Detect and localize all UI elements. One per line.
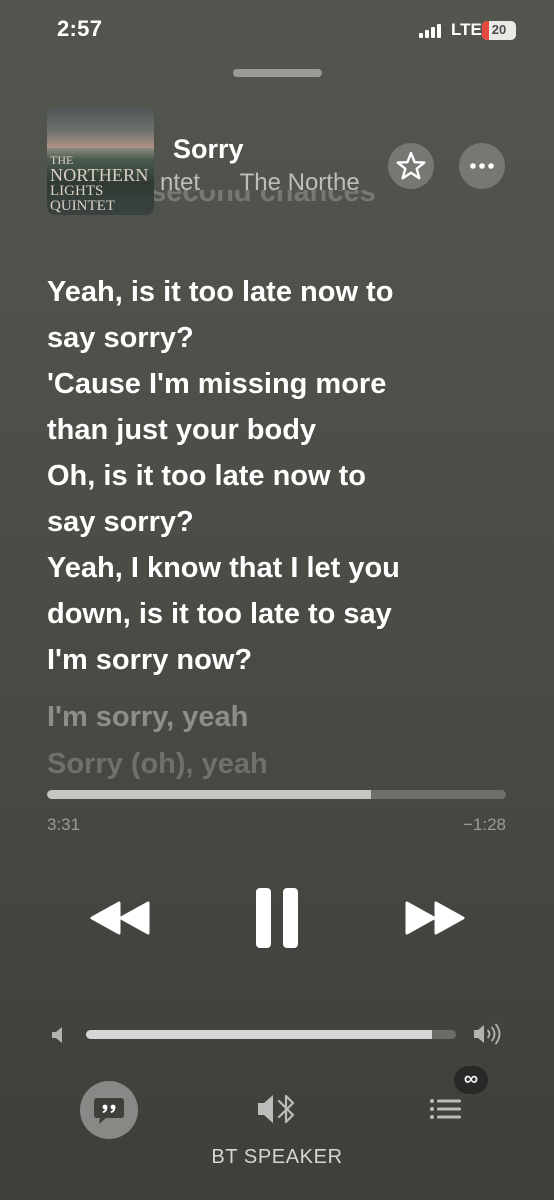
favorite-button[interactable] [388, 143, 434, 189]
lyric-line[interactable]: say sorry? [47, 499, 487, 545]
sheet-grabber-handle[interactable] [233, 69, 322, 77]
lyric-line[interactable]: 'Cause I'm missing more [47, 361, 487, 407]
lyrics-quote-icon [94, 1098, 124, 1124]
battery-percent: 20 [491, 22, 507, 37]
volume-low-icon [52, 1027, 62, 1043]
playback-scrubber[interactable] [47, 790, 506, 799]
battery-icon: 20 [482, 21, 516, 40]
album-art-text: THE NORTHERN LIGHTS QUINTET [50, 153, 149, 214]
audio-output-button[interactable] [256, 1091, 300, 1127]
fast-forward-button[interactable] [403, 897, 467, 939]
cellular-signal-icon [419, 24, 441, 38]
fast-forward-icon [405, 901, 465, 935]
status-time: 2:57 [57, 16, 103, 41]
lyric-active-block[interactable]: Yeah, is it too late now to say sorry? '… [47, 269, 487, 683]
audio-output-label[interactable]: BT SPEAKER [0, 1146, 554, 1169]
star-icon [396, 151, 426, 180]
song-title[interactable]: Sorry [173, 134, 244, 165]
ellipsis-icon [470, 163, 494, 169]
lyric-next-line[interactable]: I'm sorry, yeah [47, 701, 248, 734]
lyrics-view[interactable]: shot at second chances Yeah, is it too l… [47, 190, 517, 788]
rewind-button[interactable] [88, 897, 152, 939]
lyric-line[interactable]: than just your body [47, 407, 487, 453]
remaining-time: −1:28 [462, 815, 506, 834]
network-type: LTE [451, 20, 482, 39]
lyric-line[interactable]: say sorry? [47, 315, 487, 361]
queue-button[interactable] [424, 1092, 468, 1126]
volume-high-icon [474, 1023, 501, 1045]
lyric-line[interactable]: Oh, is it too late now to [47, 453, 487, 499]
queue-list-icon [430, 1099, 461, 1119]
autoplay-infinity-badge[interactable]: ∞ [454, 1066, 488, 1094]
lyric-line[interactable]: down, is it too late to say [47, 591, 487, 637]
pause-button[interactable] [253, 888, 301, 948]
volume-level-fill [86, 1030, 432, 1039]
bluetooth-speaker-icon [258, 1094, 295, 1124]
volume-slider[interactable] [86, 1030, 456, 1039]
lyric-next-line[interactable]: Sorry (oh), yeah [47, 748, 268, 781]
lyrics-button[interactable] [80, 1081, 138, 1139]
more-options-button[interactable] [459, 143, 505, 189]
album-artwork[interactable]: THE NORTHERN LIGHTS QUINTET [47, 108, 154, 215]
pause-icon [256, 888, 298, 948]
lyric-line[interactable]: Yeah, I know that I let you [47, 545, 487, 591]
rewind-icon [90, 901, 150, 935]
lyric-line[interactable]: I'm sorry now? [47, 637, 487, 683]
lyric-line[interactable]: Yeah, is it too late now to [47, 269, 487, 315]
playback-progress-fill [47, 790, 371, 799]
elapsed-time: 3:31 [47, 815, 81, 834]
song-artist-marquee[interactable]: ntet The Northe [160, 169, 382, 205]
status-bar: 2:57 LTE 20 [0, 0, 554, 64]
